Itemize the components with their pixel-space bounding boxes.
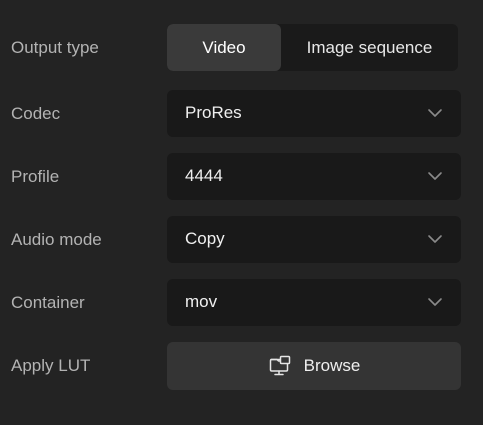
browse-button[interactable]: Browse bbox=[167, 342, 461, 390]
chevron-down-icon bbox=[428, 235, 442, 243]
codec-dropdown[interactable]: ProRes bbox=[167, 90, 461, 137]
chevron-down-icon bbox=[428, 172, 442, 180]
chevron-down-icon bbox=[428, 109, 442, 117]
browse-button-label: Browse bbox=[303, 356, 361, 375]
output-type-option-video[interactable]: Video bbox=[167, 24, 281, 71]
container-value: mov bbox=[185, 292, 218, 311]
profile-label: Profile bbox=[11, 167, 60, 186]
container-label: Container bbox=[11, 293, 85, 312]
apply-lut-label: Apply LUT bbox=[11, 356, 91, 375]
output-type-segmented-control: Video Image sequence bbox=[167, 24, 458, 71]
output-type-label: Output type bbox=[11, 38, 99, 57]
container-dropdown[interactable]: mov bbox=[167, 279, 461, 326]
profile-dropdown[interactable]: 4444 bbox=[167, 153, 461, 200]
chevron-down-icon bbox=[428, 298, 442, 306]
output-type-option-image-sequence[interactable]: Image sequence bbox=[281, 24, 458, 71]
audio-mode-label: Audio mode bbox=[11, 230, 102, 249]
codec-label: Codec bbox=[11, 104, 61, 123]
profile-value: 4444 bbox=[185, 166, 223, 185]
audio-mode-dropdown[interactable]: Copy bbox=[167, 216, 461, 263]
audio-mode-value: Copy bbox=[185, 229, 225, 248]
codec-value: ProRes bbox=[185, 103, 242, 122]
folder-monitor-icon bbox=[269, 355, 290, 376]
export-settings-panel: Output type Video Image sequence Codec P… bbox=[0, 0, 483, 425]
